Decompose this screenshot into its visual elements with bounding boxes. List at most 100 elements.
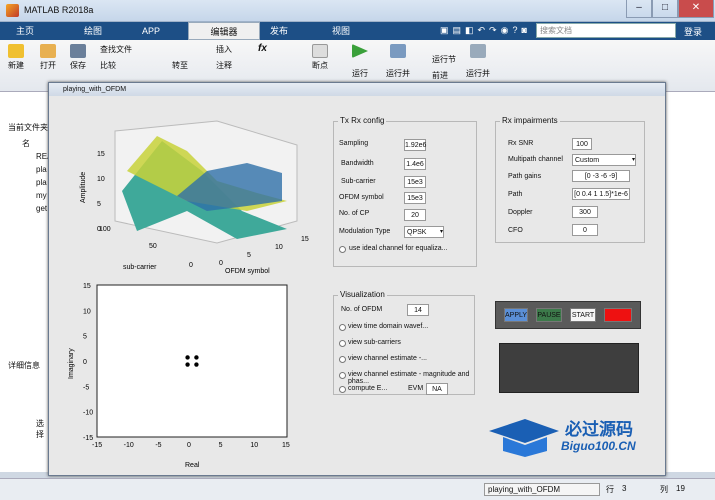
editor-panel — [665, 92, 715, 472]
compare-button[interactable]: 比较 — [100, 60, 116, 71]
z-tick: 15 — [97, 151, 105, 158]
x-tick: 50 — [149, 243, 157, 250]
path-input[interactable]: [0 0.4 1 1.5]*1e-6 — [572, 188, 630, 200]
col-label: 列 — [660, 485, 668, 494]
pause-button[interactable]: PAUSE — [536, 308, 562, 322]
sampling-input[interactable]: 1.92e6 — [404, 139, 426, 151]
breakpoint-button[interactable]: 断点 — [312, 44, 328, 71]
file-item[interactable]: get — [36, 204, 47, 213]
rx-panel: Rx impairments Rx SNR 100 Multipath chan… — [495, 116, 645, 243]
compute-evm-radio[interactable] — [339, 386, 346, 393]
maximize-button[interactable]: □ — [652, 0, 678, 18]
evm-label: EVM — [408, 385, 424, 392]
tab-apps[interactable]: APP — [128, 22, 174, 40]
subcarriers-radio[interactable] — [339, 340, 346, 347]
run-button[interactable]: 运行 — [352, 44, 368, 79]
tab-plots[interactable]: 绘图 — [70, 22, 116, 40]
path-label: Path — [508, 191, 523, 198]
run-section-button[interactable]: 运行节 — [432, 54, 456, 65]
rx-title: Rx impairments — [500, 116, 560, 125]
fx-button[interactable]: fx — [258, 43, 267, 54]
y-tick: -15 — [83, 435, 93, 442]
snr-input[interactable]: 100 — [572, 138, 592, 150]
channel-estimate-radio[interactable] — [339, 356, 346, 363]
modulation-select[interactable]: QPSK ▾ — [404, 226, 444, 238]
compute-evm-label: compute E... — [348, 385, 388, 392]
x-tick: -5 — [155, 442, 161, 449]
y-tick: 15 — [83, 283, 91, 290]
quick-access-icons[interactable]: ▣▤◧↶↷◉?◙ — [440, 25, 531, 36]
stop-button[interactable] — [604, 308, 632, 322]
visualization-title: Visualization — [338, 290, 387, 299]
comment-button[interactable]: 注释 — [216, 60, 232, 71]
bandwidth-input[interactable]: 1.4e6 — [404, 158, 426, 170]
sampling-label: Sampling — [339, 140, 369, 147]
find-files-button[interactable]: 查找文件 — [100, 44, 132, 55]
cfo-label: CFO — [508, 227, 523, 234]
window-title: MATLAB R2018a — [24, 5, 94, 15]
close-button[interactable]: ✕ — [678, 0, 714, 18]
start-button[interactable]: START — [570, 308, 596, 322]
new-button[interactable]: 新建 — [8, 44, 24, 71]
channel-estimate-label: view channel estimate -... — [348, 355, 427, 362]
chevron-down-icon: ▾ — [439, 229, 443, 235]
cfo-input[interactable]: 0 — [572, 224, 598, 236]
ideal-channel-label: use ideal channel for equaliza... — [349, 245, 448, 252]
insert-button[interactable]: 插入 — [216, 44, 232, 55]
time-domain-label: view time domain wavef... — [348, 323, 429, 330]
advance-button[interactable]: 前进 — [432, 70, 448, 81]
path-gains-input[interactable]: [0 -3 -6 -9] — [572, 170, 630, 182]
x-tick: -15 — [92, 442, 102, 449]
file-item[interactable]: my — [36, 191, 47, 200]
time-domain-radio[interactable] — [339, 324, 346, 331]
tab-view[interactable]: 视图 — [318, 22, 364, 40]
file-item[interactable]: pla — [36, 165, 47, 174]
new-icon — [8, 44, 24, 58]
run-advance-icon — [390, 44, 406, 58]
search-input[interactable]: 搜索文档 — [536, 23, 676, 38]
txrx-title: Tx Rx config — [338, 116, 387, 125]
surface-plot[interactable]: 15 10 5 0 Amplitude 100 50 0 sub-carrier… — [67, 111, 339, 283]
constellation-point — [194, 355, 199, 360]
apply-button[interactable]: APPLY — [504, 308, 528, 322]
minimize-button[interactable]: – — [626, 0, 652, 18]
current-folder-header: 当前文件夹 — [8, 123, 48, 132]
visualization-panel: Visualization No. of OFDM 14 view time d… — [333, 290, 475, 395]
multipath-select[interactable]: Custom ▾ — [572, 154, 636, 166]
tab-home[interactable]: 主页 — [2, 22, 48, 40]
ideal-channel-radio[interactable] — [339, 246, 346, 253]
goto-button[interactable]: 转至 — [172, 60, 188, 71]
breakpoint-icon — [312, 44, 328, 58]
doppler-input[interactable]: 300 — [572, 206, 598, 218]
y-tick: 0 — [219, 260, 223, 267]
tab-publish[interactable]: 发布 — [256, 22, 302, 40]
y-tick: 5 — [83, 334, 87, 341]
cp-label: No. of CP — [339, 210, 370, 217]
run-and-time-button[interactable]: 运行并 — [466, 44, 490, 79]
cp-input[interactable]: 20 — [404, 209, 426, 221]
folder-icon — [40, 44, 56, 58]
magnitude-phase-radio[interactable] — [339, 372, 346, 379]
run-advance-button[interactable]: 运行并 — [386, 44, 410, 79]
column-name[interactable]: 名 — [22, 138, 30, 149]
x-tick: 10 — [250, 442, 258, 449]
bandwidth-label: Bandwidth — [341, 160, 374, 167]
magnitude-phase-label: view channel estimate - magnitude and ph… — [348, 371, 470, 385]
constellation-plot[interactable]: -15 -10 -5 0 5 10 15 15 10 5 0 -5 -10 -15 Real Imagin… — [63, 279, 303, 475]
y-tick: 0 — [83, 359, 87, 366]
tab-editor[interactable]: 编辑器 — [188, 22, 260, 40]
open-button[interactable]: 打开 — [40, 44, 56, 71]
nofdm-input[interactable]: 14 — [407, 304, 429, 316]
figure-window: playing_with_OFDM 15 10 5 0 Amplitude 10… — [48, 82, 666, 476]
login-link[interactable]: 登录 — [684, 25, 702, 38]
status-file: playing_with_OFDM — [484, 483, 600, 496]
col-value: 19 — [676, 484, 685, 493]
save-button[interactable]: 保存 — [70, 44, 86, 71]
file-item[interactable]: pla — [36, 178, 47, 187]
graduation-cap-icon — [489, 419, 559, 457]
ofdm-label: OFDM symbol — [339, 194, 384, 201]
subcarrier-input[interactable]: 15e3 — [404, 176, 426, 188]
constellation-point — [185, 362, 190, 367]
path-gains-label: Path gains — [508, 173, 542, 180]
ofdm-input[interactable]: 15e3 — [404, 192, 426, 204]
